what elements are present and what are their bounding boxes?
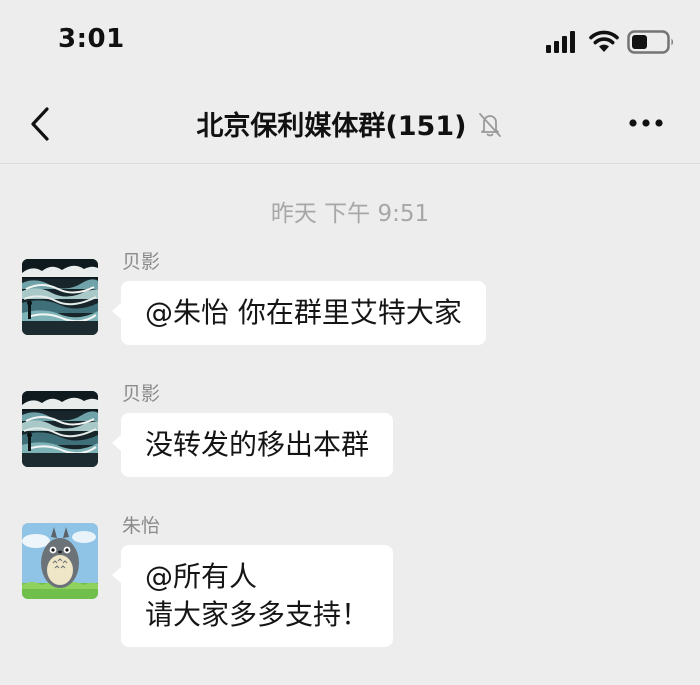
battery-icon: [627, 30, 673, 54]
totoro-avatar-image: [22, 523, 98, 599]
wifi-icon: [589, 30, 619, 52]
sender-name: 朱怡: [122, 515, 161, 537]
sender-name: 贝影: [122, 383, 161, 405]
mute-bell-icon: [478, 112, 501, 137]
more-dots-icon[interactable]: [628, 118, 664, 128]
nav-bar: 北京保利媒体群(151): [0, 86, 700, 164]
status-time: 3:01: [58, 24, 125, 54]
chat-title: 北京保利媒体群(151): [196, 111, 467, 142]
message-bubble[interactable]: @所有人 请大家多多支持！: [111, 545, 394, 647]
status-bar: 3:01: [0, 0, 700, 86]
chat-timestamp: 昨天 下午 9:51: [270, 201, 430, 227]
nav-title-group: 北京保利媒体群(151): [0, 104, 700, 143]
message-bubble[interactable]: 没转发的移出本群: [111, 413, 394, 477]
avatar[interactable]: [22, 259, 98, 335]
wave-painting-avatar-image: [22, 259, 98, 335]
wave-painting-avatar-image: [22, 391, 98, 467]
sender-name: 贝影: [122, 251, 161, 273]
message-bubble[interactable]: @朱怡 你在群里艾特大家: [112, 281, 486, 345]
avatar[interactable]: [22, 523, 98, 599]
cellular-signal-icon: [546, 31, 575, 53]
avatar[interactable]: [22, 391, 98, 467]
